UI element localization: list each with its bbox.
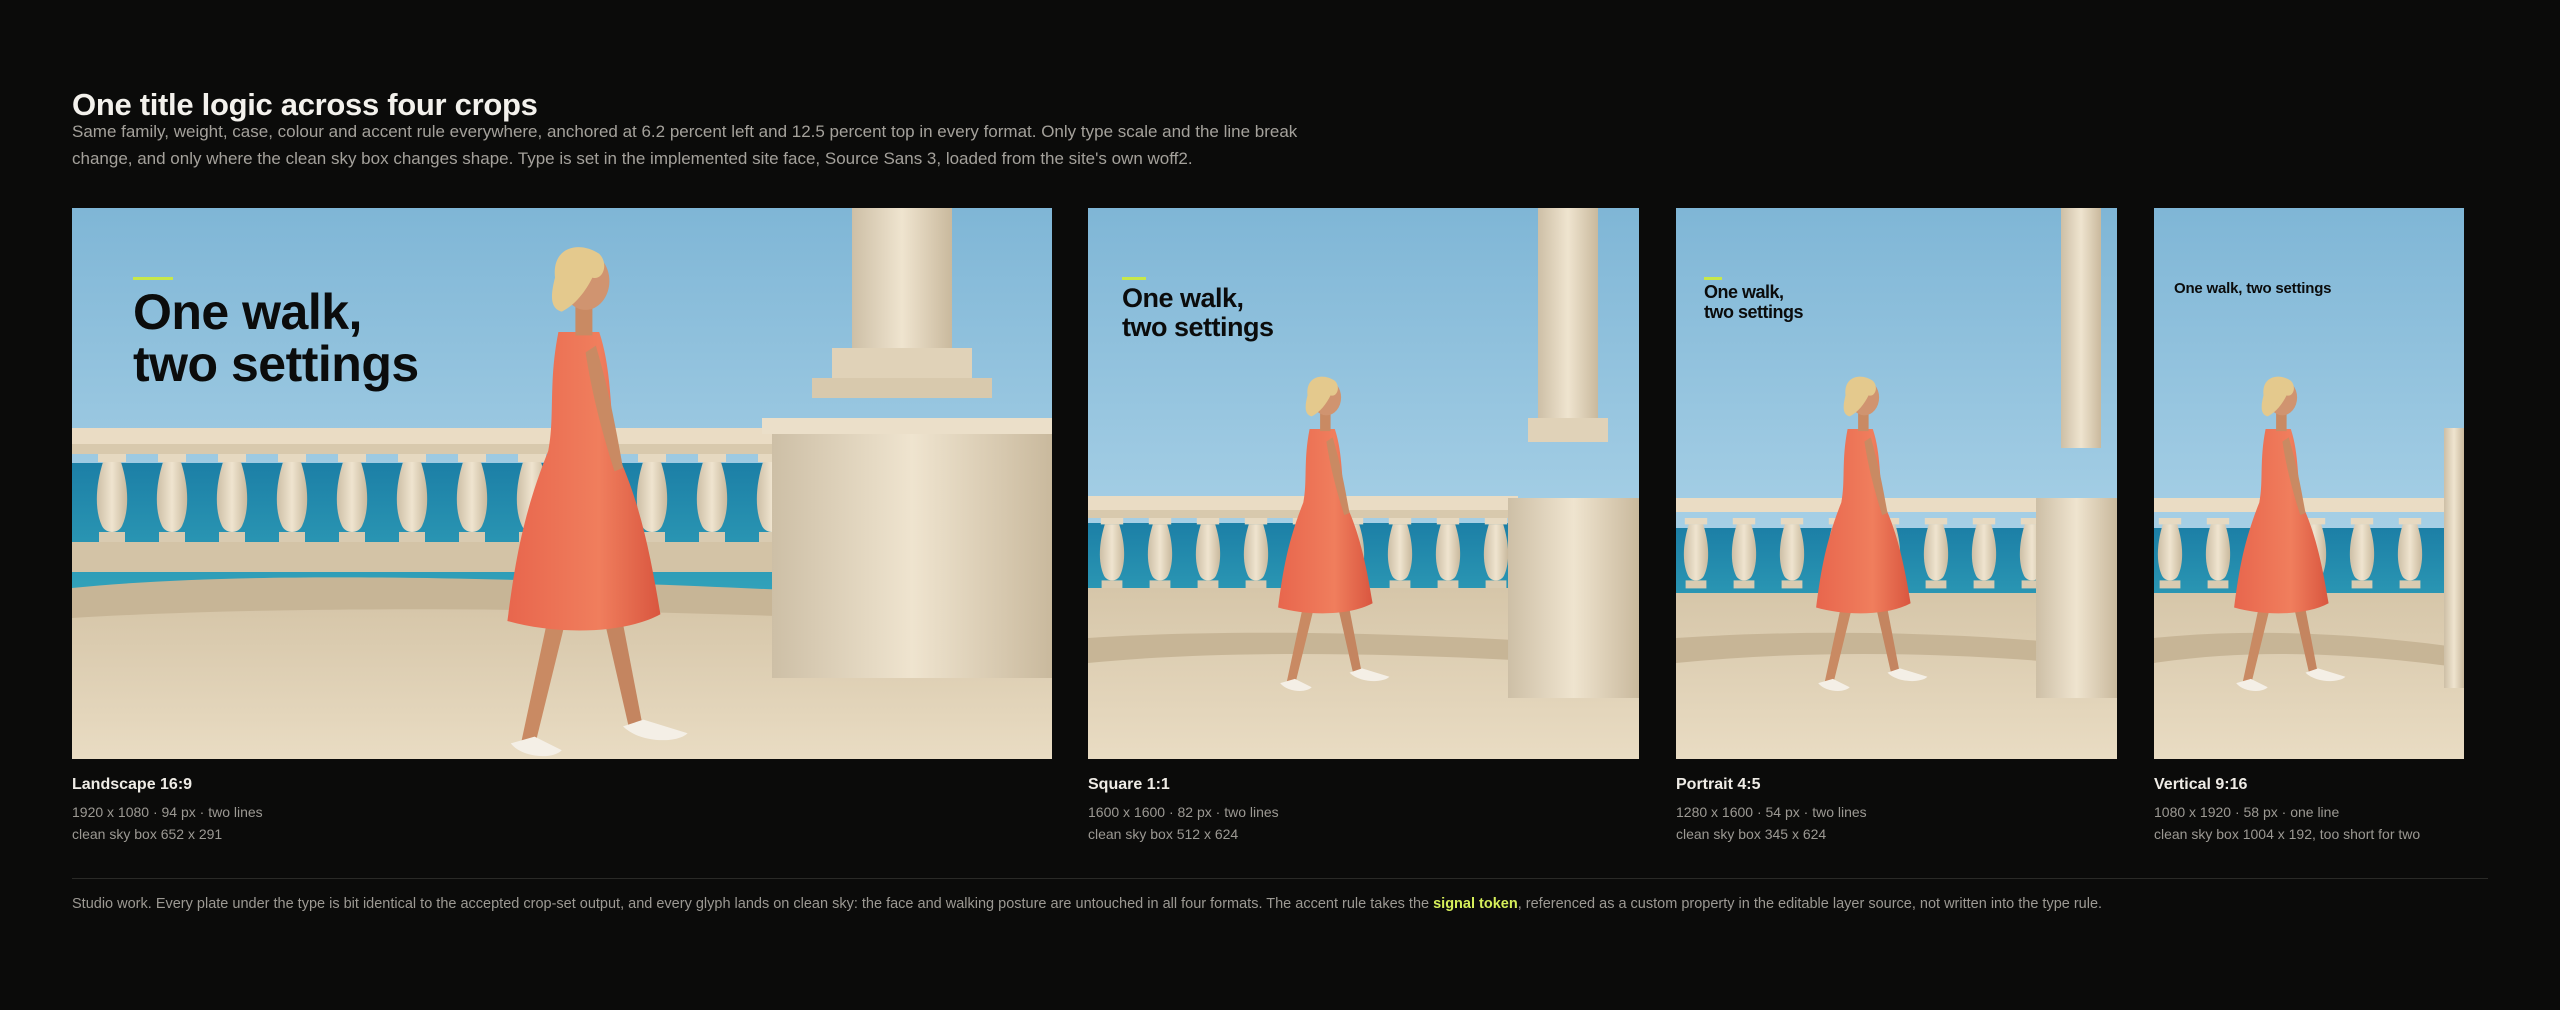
plate-square: One walk, two settings: [1088, 208, 1639, 759]
footer-note: Studio work. Every plate under the type …: [72, 896, 2102, 912]
accent-rule: [133, 277, 173, 280]
caption-box: clean sky box 345 x 624: [1676, 826, 1827, 842]
accent-rule: [1122, 277, 1146, 280]
footer-text-after: , referenced as a custom property in the…: [1517, 896, 2103, 912]
plate-title-square: One walk, two settings: [1122, 284, 1274, 342]
plate-portrait: One walk, two settings: [1676, 208, 2117, 759]
title-line-2: two settings: [1122, 312, 1274, 342]
title-line-2: two settings: [1704, 302, 1804, 322]
title-line-2: two settings: [133, 336, 419, 392]
accent-rule: [1704, 277, 1722, 280]
caption-spec: 1920 x 1080 · 94 px · two lines: [72, 804, 263, 820]
plate-title-portrait: One walk, two settings: [1704, 282, 1804, 322]
title-line-1: One walk,: [133, 284, 362, 340]
signal-token-label: signal token: [1433, 896, 1518, 912]
plate-vertical: One walk, two settings: [2154, 208, 2464, 759]
caption-name: Vertical 9:16: [2154, 776, 2248, 793]
title-line-1: One walk, two settings: [2174, 280, 2332, 297]
title-line-1: One walk,: [1704, 282, 1784, 302]
caption-box: clean sky box 1004 x 192, too short for …: [2154, 826, 2421, 842]
page-subtitle: Same family, weight, case, colour and ac…: [72, 122, 1298, 168]
plate-title-landscape: One walk, two settings: [133, 286, 419, 390]
caption-spec: 1080 x 1920 · 58 px · one line: [2154, 804, 2340, 820]
title-line-1: One walk,: [1122, 283, 1244, 313]
caption-name: Landscape 16:9: [72, 776, 193, 793]
caption-box: clean sky box 652 x 291: [72, 826, 223, 842]
caption-spec: 1600 x 1600 · 82 px · two lines: [1088, 804, 1279, 820]
caption-name: Square 1:1: [1088, 776, 1170, 793]
caption-name: Portrait 4:5: [1676, 776, 1761, 793]
caption-spec: 1280 x 1600 · 54 px · two lines: [1676, 804, 1867, 820]
divider: [72, 878, 2488, 879]
plate-landscape: One walk, two settings: [72, 208, 1052, 759]
footer-text-before: Studio work. Every plate under the type …: [72, 896, 1434, 912]
caption-box: clean sky box 512 x 624: [1088, 826, 1239, 842]
plate-title-vertical: One walk, two settings: [2174, 280, 2331, 297]
